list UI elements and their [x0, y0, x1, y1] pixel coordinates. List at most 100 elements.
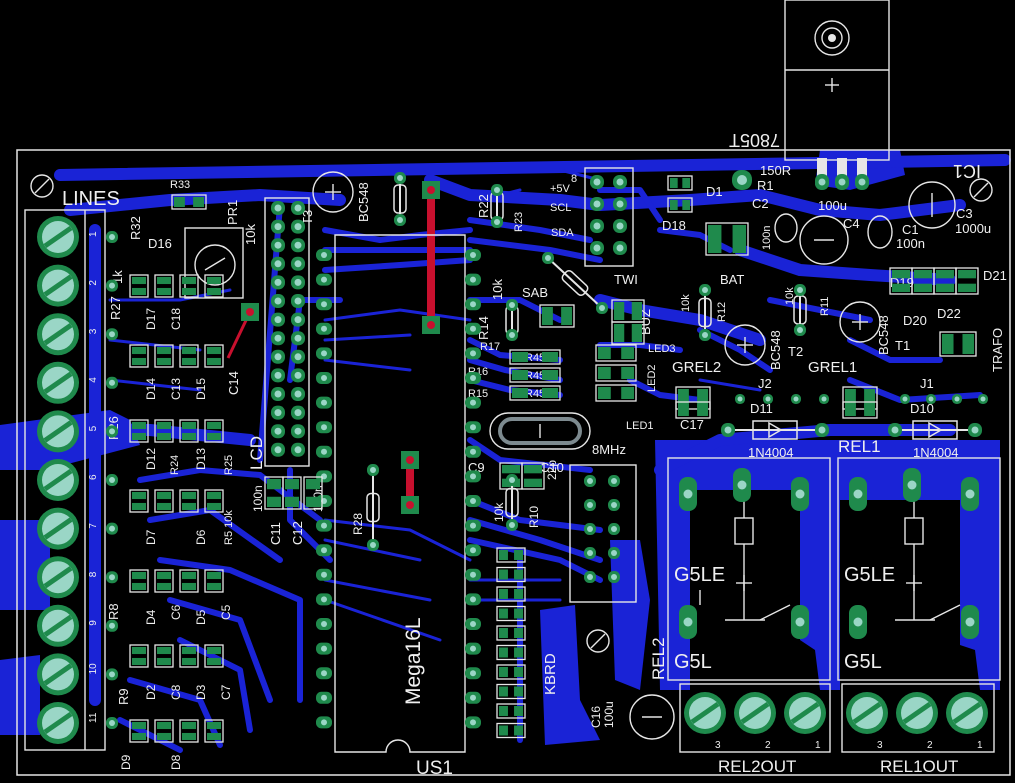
top-via-hole — [427, 321, 435, 329]
label-bat: BAT — [720, 272, 744, 287]
resistor-pad — [794, 284, 806, 296]
mcu-pin-pad — [465, 495, 481, 507]
label-pr1: PR1 — [225, 200, 240, 225]
lines-screw-terminal — [37, 653, 79, 696]
label-c2-value: 100n — [761, 226, 773, 250]
via-pad — [106, 668, 118, 681]
lcd-pin-pad — [271, 238, 285, 253]
lines-screw-terminal — [37, 702, 79, 744]
kbrd-resistor — [496, 625, 526, 641]
label-grel1: GREL1 — [808, 359, 857, 376]
label-bc548-t1: BC548 — [876, 315, 891, 355]
relay1-pad — [903, 468, 921, 502]
lcd-pin-pad — [291, 238, 305, 253]
lcd-pin-pad — [291, 349, 305, 364]
mcu-pin-pad — [316, 544, 332, 557]
twi-header-pad — [590, 219, 604, 233]
label-pr1-value: 10k — [243, 224, 258, 245]
label-c14: C14 — [226, 371, 241, 395]
mcu-pin-pad — [316, 716, 332, 729]
lcd-pin-pad — [291, 387, 305, 401]
mcu-pin-pad — [465, 347, 481, 360]
label-g5le-rel1: G5LE — [844, 564, 895, 586]
kbrd-header-pad — [584, 547, 596, 559]
label-r1-value: 150R — [760, 163, 791, 178]
resistor-pad — [394, 214, 406, 226]
resistor-pad — [794, 324, 806, 336]
kbrd-resistor — [496, 664, 526, 680]
lines-pin-number: 4 — [88, 377, 99, 383]
label-c16: C16 — [589, 706, 603, 728]
rel2out-screw-terminal — [784, 692, 826, 734]
mcu-pin-pad — [316, 618, 332, 630]
relay1-pad — [849, 477, 867, 511]
label-r32: R32 — [128, 216, 143, 240]
mcu-pin-pad — [316, 519, 332, 532]
label-t1: T1 — [895, 338, 910, 353]
twi-header-pad — [613, 175, 627, 189]
jumper-pad — [900, 394, 910, 404]
resistor-pad — [506, 474, 518, 486]
resistor-pad — [506, 329, 518, 341]
relay1-pad — [849, 605, 867, 639]
diode-pad — [721, 423, 735, 437]
rel1out-screw-terminal — [946, 692, 988, 734]
label-c7: C7 — [219, 684, 233, 700]
mcu-pin-pad — [465, 470, 481, 483]
via-pad — [106, 571, 118, 584]
mcu-pin-pad — [316, 273, 332, 286]
kbrd-header-pad — [608, 523, 620, 535]
kbrd-header-pad — [584, 571, 596, 583]
label-r23: R23 — [513, 212, 525, 232]
mcu-pin-pad — [316, 593, 332, 606]
lines-pin-number: 10 — [88, 663, 99, 675]
label-rel2out-pin2: 2 — [765, 740, 771, 751]
jumper-pad — [952, 394, 962, 404]
label-rel1: REL1 — [838, 437, 881, 456]
label-lcd: LCD — [247, 436, 266, 470]
diode-d10 — [895, 420, 975, 440]
label-r27: R27 — [108, 296, 123, 320]
label-c11: C11 — [268, 522, 283, 545]
label-d15: D15 — [194, 378, 208, 400]
label-c4: C4 — [843, 216, 860, 231]
input-filter-part — [179, 569, 199, 593]
label-d18: D18 — [662, 218, 686, 233]
mounting-hole — [969, 178, 993, 202]
lcd-pin-pad — [271, 442, 285, 457]
label-plus5v: +5V — [550, 183, 571, 195]
label-c4-value: 100u — [818, 198, 847, 213]
lines-pin-number: 2 — [88, 280, 99, 286]
top-via-hole — [406, 456, 414, 464]
via-pad — [106, 231, 118, 243]
lines-pin-number: 11 — [88, 712, 99, 723]
lcd-pin-pad — [271, 219, 285, 234]
via-pad — [106, 474, 118, 486]
label-r25: R25 — [223, 455, 235, 475]
twi-header-pad — [613, 197, 627, 211]
label-c12: C12 — [290, 521, 305, 545]
resistor-pad — [491, 216, 503, 228]
label-d7: D7 — [144, 529, 158, 545]
mcu-pin-pad — [316, 322, 332, 335]
lcd-pin-pad — [291, 294, 305, 308]
input-filter-part — [129, 274, 149, 298]
label-d8: D8 — [169, 754, 183, 770]
mounting-hole — [30, 174, 54, 198]
lines-pin-number: 1 — [88, 231, 99, 237]
label-c13: C13 — [169, 378, 183, 400]
resistor-pad — [491, 184, 503, 196]
via-pad — [106, 328, 118, 341]
mcu-pin-pad — [316, 421, 332, 434]
input-filter-part — [129, 344, 149, 368]
label-rel1out-pin2: 2 — [927, 740, 933, 751]
mcu-pin-pad — [465, 396, 481, 409]
twi-header-pad — [613, 219, 627, 233]
lcd-pin-pad — [271, 275, 285, 290]
mcu-pin-pad — [465, 593, 481, 606]
lines-screw-terminal — [37, 361, 79, 404]
label-d1: D1 — [706, 184, 723, 199]
label-led2: LED2 — [646, 364, 658, 392]
smd-part — [667, 175, 693, 191]
mcu-pin-pad — [316, 642, 332, 655]
